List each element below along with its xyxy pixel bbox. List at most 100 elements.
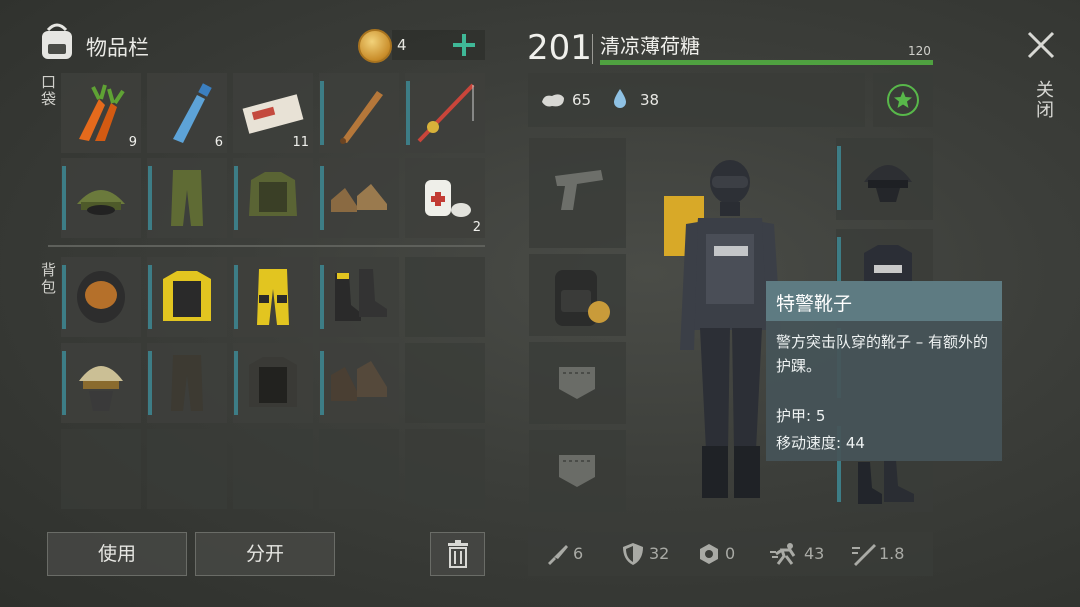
inventory-slot-yellow-pants[interactable]: [233, 257, 313, 337]
inventory-slot-brown-shoes[interactable]: [319, 158, 399, 238]
tactical-helmet-icon: [79, 366, 123, 411]
camo-cap-icon: [77, 190, 125, 215]
favorite-button[interactable]: [873, 73, 933, 127]
pocket-icon: [559, 455, 595, 487]
dark-boots-icon: [331, 361, 387, 401]
backpack-label: 背包: [39, 262, 57, 296]
slot-marker: [62, 351, 66, 415]
backpack-slot[interactable]: [529, 254, 626, 336]
water-value: 38: [640, 91, 660, 109]
add-coins-button[interactable]: [446, 28, 482, 62]
radiation-value: 0: [725, 544, 736, 563]
tooltip-title: 特警靴子: [776, 293, 853, 315]
player-name: 清凉薄荷糖: [600, 34, 700, 58]
brown-shoes-icon: [331, 184, 387, 212]
item-count: 11: [292, 135, 309, 150]
inventory-slot-baseball-bat[interactable]: [319, 73, 399, 153]
item-count: 6: [214, 135, 223, 150]
star-icon: [887, 84, 919, 116]
dark-pants-icon: [171, 355, 203, 411]
coin-icon: [358, 29, 392, 63]
inventory-slot-yellow-boots[interactable]: [319, 257, 399, 337]
inventory-slot-bandage[interactable]: 2: [405, 158, 485, 238]
helmet-slot[interactable]: [836, 138, 933, 220]
inventory-slot-ticket[interactable]: 11: [233, 73, 313, 153]
inventory-slot-camo-pants[interactable]: [147, 158, 227, 238]
backpack-icon: [555, 270, 610, 326]
attack-speed-value: 1.8: [879, 544, 905, 563]
slot-marker: [62, 166, 66, 230]
section-divider: [48, 245, 485, 247]
bandage-icon: [425, 180, 471, 217]
inventory-slot-empty[interactable]: [61, 429, 141, 509]
gas-mask-icon: [77, 271, 125, 323]
inventory-slot-empty[interactable]: [147, 429, 227, 509]
inventory-slot-camo-vest[interactable]: [233, 158, 313, 238]
fishing-rod-icon: [417, 83, 475, 143]
slot-marker: [148, 351, 152, 415]
yellow-pants-icon: [257, 269, 289, 325]
slot-marker: [234, 265, 238, 329]
tooltip-speed-line: 移动速度: 44: [776, 434, 865, 452]
radiation-icon: [697, 542, 721, 570]
slot-marker: [837, 146, 841, 210]
inventory-slot-dark-vest[interactable]: [233, 343, 313, 423]
item-count: 2: [472, 220, 481, 235]
inventory-slot-empty[interactable]: [233, 429, 313, 509]
level-separator: [592, 34, 593, 64]
pocket-slot[interactable]: [529, 430, 626, 512]
pocket-icon: [559, 367, 595, 399]
inventory-slot-camo-cap[interactable]: [61, 158, 141, 238]
inventory-slot-empty[interactable]: [405, 257, 485, 337]
running-icon: [770, 542, 800, 570]
inventory-slot-dark-pants[interactable]: [147, 343, 227, 423]
inventory-slot-dark-boots[interactable]: [319, 343, 399, 423]
water-bottle-icon: [173, 83, 212, 143]
camo-pants-icon: [171, 170, 203, 226]
inventory-title: 物品栏: [86, 36, 149, 60]
close-button[interactable]: [1026, 30, 1056, 60]
inventory-slot-empty[interactable]: [405, 343, 485, 423]
tooltip-armor-line: 护甲: 5: [776, 407, 826, 425]
weapon-slot[interactable]: [529, 138, 626, 248]
slot-marker: [234, 166, 238, 230]
knife-icon: [546, 543, 570, 569]
slot-marker: [234, 351, 238, 415]
trash-icon: [447, 540, 468, 568]
slot-marker: [320, 351, 324, 415]
shield-icon: [622, 542, 644, 570]
player-level: 201: [527, 28, 592, 68]
xp-bar: [600, 60, 933, 65]
speed-value: 43: [804, 544, 825, 563]
inventory-slot-tactical-helmet[interactable]: [61, 343, 141, 423]
inventory-slot-yellow-vest[interactable]: [147, 257, 227, 337]
close-label[interactable]: 关闭: [1030, 80, 1056, 120]
inventory-slot-empty[interactable]: [405, 429, 485, 509]
swat-helmet-icon: [864, 165, 912, 202]
slot-marker: [406, 81, 410, 145]
backpack-icon: [38, 22, 76, 66]
swat-boots-icon: [858, 460, 914, 504]
stomach-icon: [540, 90, 566, 114]
armor-value: 32: [649, 544, 670, 563]
inventory-slot-carrots[interactable]: 9: [61, 73, 141, 153]
close-icon: [1027, 31, 1055, 59]
baseball-bat-icon: [340, 91, 383, 144]
inventory-slot-water-bottle[interactable]: 6: [147, 73, 227, 153]
tooltip-description: 警方突击队穿的靴子 – 有额外的护踝。: [776, 333, 989, 375]
pocket-slot[interactable]: [529, 342, 626, 424]
inventory-slot-fishing-rod[interactable]: [405, 73, 485, 153]
slot-marker: [148, 265, 152, 329]
slot-marker: [62, 265, 66, 329]
inventory-slot-empty[interactable]: [319, 429, 399, 509]
damage-value: 6: [573, 544, 584, 563]
inventory-slot-gas-mask[interactable]: [61, 257, 141, 337]
split-button[interactable]: 分开: [195, 532, 335, 576]
pistol-icon: [555, 170, 603, 210]
use-button[interactable]: 使用: [47, 532, 187, 576]
camo-vest-icon: [249, 172, 297, 216]
trash-button[interactable]: [430, 532, 485, 576]
pockets-label: 口袋: [39, 74, 57, 108]
coin-amount: 4: [397, 36, 407, 54]
slot-marker: [320, 166, 324, 230]
